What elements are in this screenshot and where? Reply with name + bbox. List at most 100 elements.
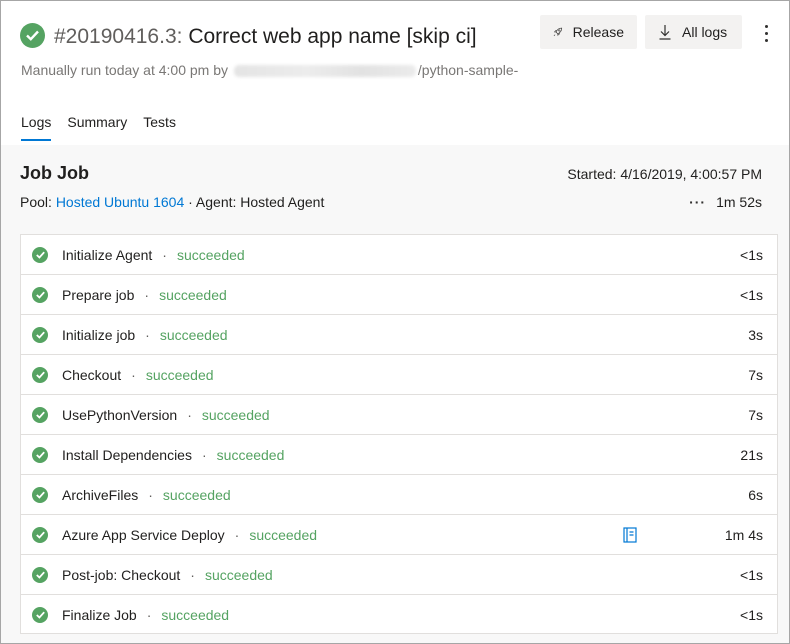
step-row[interactable]: Azure App Service Deploy · succeeded 1m 4s	[21, 515, 777, 555]
step-status: succeeded	[204, 566, 273, 583]
run-trigger-text: Manually run today at 4:00 pm by	[21, 62, 229, 78]
release-button[interactable]: Release	[540, 15, 637, 49]
step-separator: ·	[234, 526, 240, 543]
step-duration: 7s	[748, 366, 763, 383]
step-row[interactable]: Initialize job · succeeded 3s	[21, 315, 777, 355]
step-separator: ·	[145, 326, 150, 343]
step-separator: ·	[131, 366, 136, 383]
step-status: succeeded	[249, 526, 318, 543]
all-logs-button[interactable]: All logs	[645, 15, 742, 49]
step-row[interactable]: ArchiveFiles · succeeded 6s	[21, 475, 777, 515]
release-label: Release	[572, 24, 624, 40]
step-success-icon	[32, 247, 48, 263]
step-duration: 3s	[748, 326, 763, 343]
step-duration: 1m 4s	[724, 526, 763, 543]
step-text: Post-job: Checkout · succeeded	[62, 567, 273, 583]
step-duration: <1s	[740, 246, 763, 263]
step-success-icon	[32, 607, 48, 623]
agent-info: · Agent: Hosted Agent	[188, 194, 325, 210]
step-row[interactable]: Finalize Job · succeeded <1s	[21, 595, 777, 635]
step-status: succeeded	[159, 326, 228, 343]
step-duration: 7s	[748, 406, 763, 423]
tab-summary[interactable]: Summary	[67, 114, 127, 141]
step-text: Checkout · succeeded	[62, 367, 214, 383]
run-title: Correct web app name [skip ci]	[188, 25, 477, 48]
step-name: Initialize job	[62, 326, 136, 343]
pool-link[interactable]: Hosted Ubuntu 1604	[56, 194, 184, 210]
open-artifact-icon[interactable]	[623, 527, 637, 543]
step-name: Install Dependencies	[62, 446, 192, 463]
step-duration: <1s	[740, 566, 763, 583]
step-success-icon	[32, 527, 48, 543]
step-name: Azure App Service Deploy	[62, 526, 225, 543]
step-separator: ·	[190, 566, 195, 583]
step-duration: <1s	[740, 607, 763, 623]
step-text: Finalize Job · succeeded	[62, 607, 229, 623]
step-separator: ·	[187, 406, 192, 423]
step-status: succeeded	[216, 446, 285, 463]
step-duration: 6s	[748, 486, 763, 503]
step-name: Finalize Job	[62, 607, 137, 623]
step-row[interactable]: Checkout · succeeded 7s	[21, 355, 777, 395]
job-title: Job Job	[20, 163, 90, 183]
step-row[interactable]: Initialize Agent · succeeded <1s	[21, 235, 777, 275]
step-name: Prepare job	[62, 286, 135, 303]
step-text: Initialize Agent · succeeded	[62, 247, 245, 263]
step-success-icon	[32, 287, 48, 303]
step-status: succeeded	[145, 366, 214, 383]
redacted-user	[233, 65, 416, 78]
more-options-icon[interactable]	[755, 19, 777, 47]
run-header: #20190416.3: Correct web app name [skip …	[1, 1, 789, 145]
step-text: ArchiveFiles · succeeded	[62, 487, 231, 503]
step-success-icon	[32, 567, 48, 583]
step-status: succeeded	[201, 406, 270, 423]
step-row[interactable]: Install Dependencies · succeeded 21s	[21, 435, 777, 475]
step-status: succeeded	[162, 486, 231, 503]
run-subtitle: Manually run today at 4:00 pm by /python…	[21, 61, 518, 79]
step-success-icon	[32, 487, 48, 503]
pool-label: Pool:	[20, 194, 52, 210]
step-row[interactable]: Post-job: Checkout · succeeded <1s	[21, 555, 777, 595]
download-icon	[659, 25, 671, 40]
step-separator: ·	[162, 246, 167, 263]
step-row[interactable]: Prepare job · succeeded <1s	[21, 275, 777, 315]
page-title: #20190416.3: Correct web app name [skip …	[54, 23, 477, 51]
step-success-icon	[32, 447, 48, 463]
job-more-icon[interactable]: ···	[689, 194, 706, 210]
job-started-time: Started: 4/16/2019, 4:00:57 PM	[567, 166, 762, 182]
step-separator: ·	[146, 607, 152, 623]
step-separator: ·	[201, 446, 207, 463]
step-text: UsePythonVersion · succeeded	[62, 407, 270, 423]
job-duration-row: ··· 1m 52s	[689, 194, 762, 210]
step-status: succeeded	[176, 246, 245, 263]
rocket-icon	[553, 27, 563, 37]
all-logs-label: All logs	[682, 24, 728, 40]
step-text: Initialize job · succeeded	[62, 327, 228, 343]
step-status: succeeded	[161, 607, 230, 623]
job-panel: Job Job Started: 4/16/2019, 4:00:57 PM P…	[1, 145, 789, 643]
step-name: Initialize Agent	[62, 246, 153, 263]
tab-tests[interactable]: Tests	[143, 114, 176, 141]
step-success-icon	[32, 367, 48, 383]
step-text: Azure App Service Deploy · succeeded	[62, 527, 317, 543]
step-text: Prepare job · succeeded	[62, 287, 227, 303]
job-pool-info: Pool: Hosted Ubuntu 1604 · Agent: Hosted…	[20, 194, 324, 210]
tab-logs[interactable]: Logs	[21, 114, 52, 141]
step-duration: 21s	[740, 446, 763, 463]
step-separator: ·	[148, 486, 153, 503]
step-name: UsePythonVersion	[62, 406, 178, 423]
steps-list: Initialize Agent · succeeded <1s Prepare job…	[20, 234, 778, 634]
step-success-icon	[32, 327, 48, 343]
step-status: succeeded	[159, 286, 227, 303]
step-name: ArchiveFiles	[62, 486, 139, 503]
repo-name: /python-sample-	[417, 62, 519, 78]
step-text: Install Dependencies · succeeded	[62, 447, 284, 463]
job-duration: 1m 52s	[716, 194, 762, 210]
step-name: Post-job: Checkout	[62, 566, 181, 583]
step-duration: <1s	[740, 286, 763, 303]
tab-bar: Logs Summary Tests	[21, 114, 176, 141]
step-row[interactable]: UsePythonVersion · succeeded 7s	[21, 395, 777, 435]
step-name: Checkout	[62, 366, 122, 383]
success-check-icon	[20, 23, 45, 48]
step-separator: ·	[144, 286, 150, 303]
